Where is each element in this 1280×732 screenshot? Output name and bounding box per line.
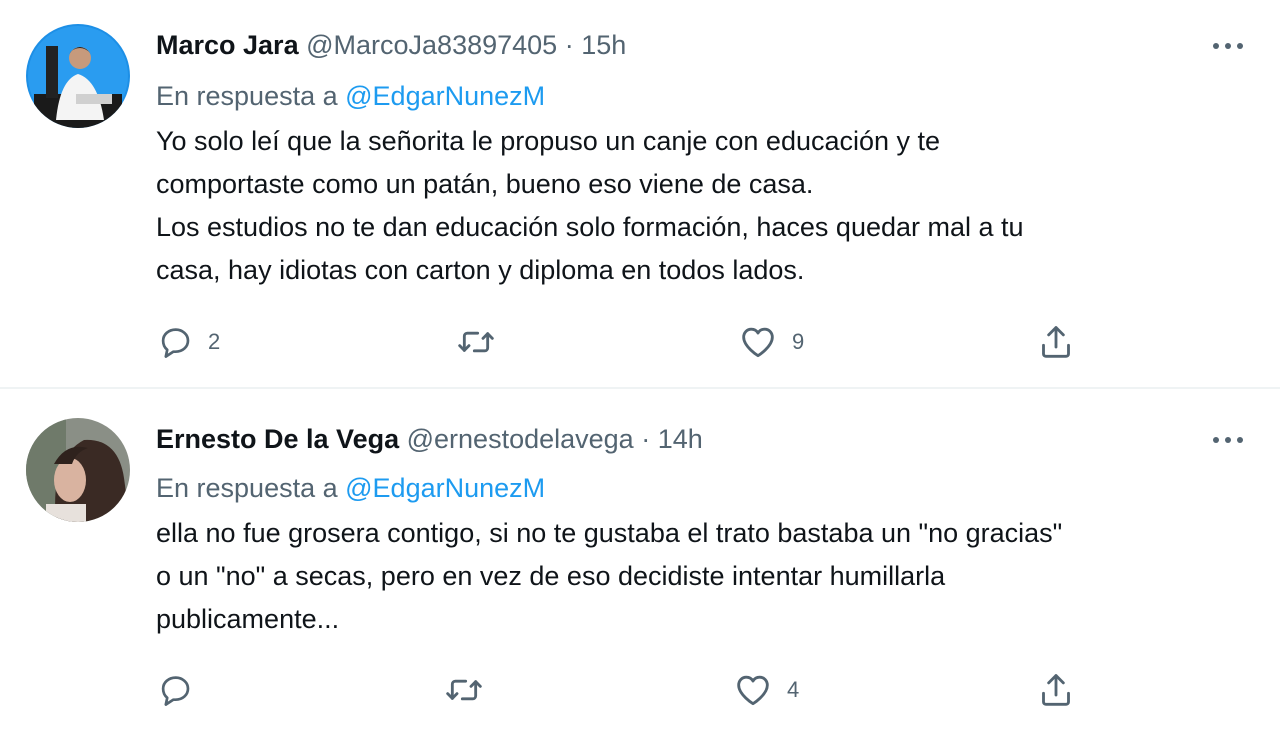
like-button[interactable]: 4 [733,667,799,713]
more-dots-icon [1213,437,1243,443]
tweet-line: o un "no" a secas, pero en vez de eso de… [156,561,946,591]
tweet-line: casa, hay idiotas con carton y diploma e… [156,255,805,285]
heart-icon [742,327,774,358]
author-handle[interactable]: @MarcoJa83897405 [306,30,557,60]
tweet-actions: 4 [0,667,1280,713]
retweet-button[interactable] [456,319,510,365]
reply-button[interactable]: 2 [156,319,220,365]
tweet-line: comportaste como un patán, bueno eso vie… [156,169,814,199]
reply-bubble-icon [161,676,190,706]
reply-button[interactable] [156,667,208,713]
author-name[interactable]: Marco Jara [156,30,299,60]
retweet-icon [458,331,494,353]
reply-count: 2 [208,329,221,354]
share-icon [1042,674,1070,706]
avatar[interactable] [26,418,130,522]
more-button[interactable] [1208,34,1248,58]
tweet-line: Yo solo leí que la señorita le propuso u… [156,126,941,156]
tweet-actions: 2 9 [0,319,1280,365]
tweet-marco-jara[interactable]: Marco Jara @MarcoJa83897405 · 15h En res… [0,0,1280,388]
tweet-line: ella no fue grosera contigo, si no te gu… [156,518,1063,548]
avatar[interactable] [26,24,130,128]
author-handle[interactable]: @ernestodelavega [407,424,634,454]
reply-mention[interactable]: @EdgarNunezM [345,473,545,503]
like-count: 9 [792,329,805,354]
reply-context: En respuesta a @EdgarNunezM [156,79,545,113]
share-icon [1042,326,1070,358]
timestamp[interactable]: 15h [581,30,626,60]
like-count: 4 [787,677,800,702]
tweet-text: ella no fue grosera contigo, si no te gu… [156,512,1236,641]
share-button[interactable] [1036,319,1076,365]
retweet-button[interactable] [444,667,498,713]
like-button[interactable]: 9 [738,319,804,365]
share-button[interactable] [1036,667,1076,713]
tweet-text: Yo solo leí que la señorita le propuso u… [156,120,1236,292]
tweet-divider [0,387,1280,389]
reply-bubble-icon [161,328,190,358]
heart-icon [737,675,769,706]
reply-prefix: En respuesta a [156,473,338,503]
tweet-header: Ernesto De la Vega @ernestodelavega · 14… [156,422,703,456]
tweet-line: publicamente... [156,604,340,634]
reply-context: En respuesta a @EdgarNunezM [156,471,545,505]
author-name[interactable]: Ernesto De la Vega [156,424,399,454]
separator: · [564,30,574,60]
retweet-icon [446,679,482,701]
reply-prefix: En respuesta a [156,81,338,111]
tweet-header: Marco Jara @MarcoJa83897405 · 15h [156,28,626,62]
reply-mention[interactable]: @EdgarNunezM [345,81,545,111]
more-dots-icon [1213,43,1243,49]
timestamp[interactable]: 14h [658,424,703,454]
tweet-line: Los estudios no te dan educación solo fo… [156,212,1024,242]
more-button[interactable] [1208,428,1248,452]
separator: · [641,424,651,454]
